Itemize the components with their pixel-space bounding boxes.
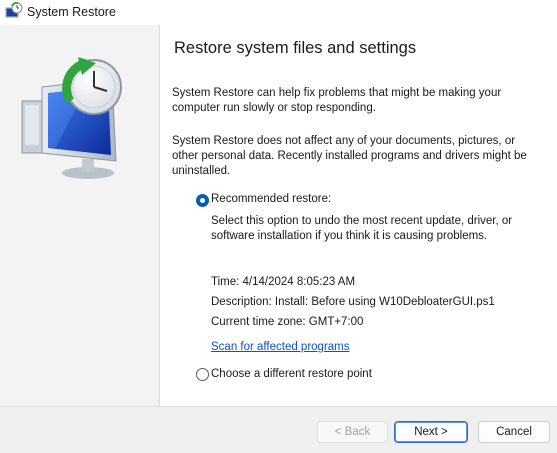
recommended-description: Select this option to undo the most rece… (211, 215, 513, 242)
system-restore-illustration-icon (21, 57, 122, 179)
restore-point-time: Time: 4/14/2024 8:05:23 AM (211, 276, 356, 288)
button-bar: < Back Next > Cancel (0, 406, 557, 453)
main-content: Restore system files and settings System… (160, 25, 557, 406)
recommended-restore-label[interactable]: Recommended restore: (211, 193, 331, 205)
restore-point-description: Description: Install: Before using W10De… (211, 296, 495, 308)
different-restore-point-radio[interactable] (196, 368, 209, 381)
system-restore-icon (5, 2, 23, 18)
page-title: Restore system files and settings (174, 39, 417, 57)
title-bar: System Restore (0, 0, 557, 25)
different-restore-point-label[interactable]: Choose a different restore point (211, 368, 372, 380)
recommended-restore-radio[interactable] (196, 194, 209, 207)
next-button[interactable]: Next > (394, 421, 468, 443)
scan-affected-programs-link[interactable]: Scan for affected programs (211, 341, 350, 353)
intro-text: System Restore can help fix problems tha… (172, 87, 502, 114)
current-time-zone: Current time zone: GMT+7:00 (211, 316, 364, 328)
back-button[interactable]: < Back (317, 421, 388, 443)
note-text: System Restore does not affect any of yo… (172, 135, 527, 177)
side-panel (0, 25, 160, 406)
window-title: System Restore (27, 5, 116, 19)
cancel-button[interactable]: Cancel (478, 421, 550, 443)
